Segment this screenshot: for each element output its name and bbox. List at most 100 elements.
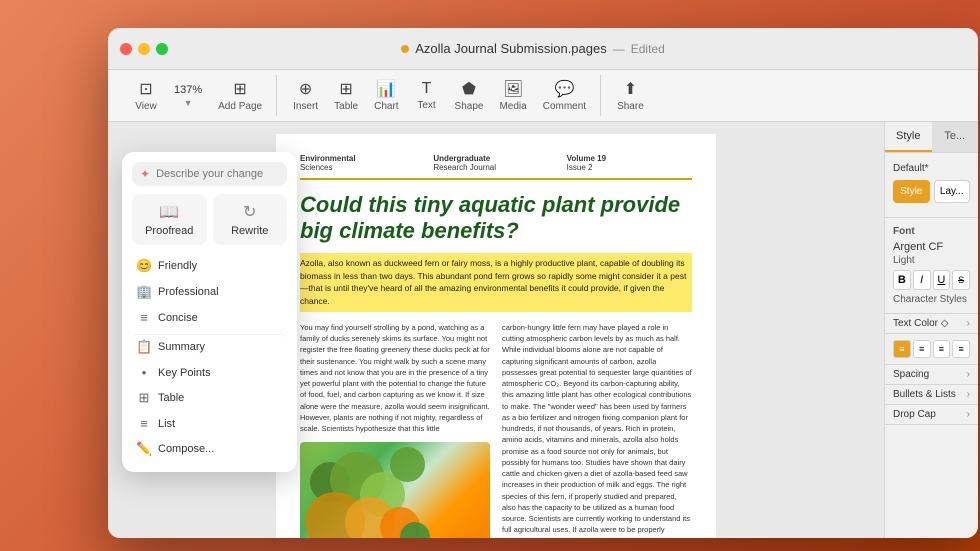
header-col2-line1: Undergraduate	[433, 154, 558, 163]
underline-button[interactable]: U	[933, 270, 951, 290]
table-button[interactable]: ⊞ Table	[328, 75, 364, 116]
bullets-arrow: ›	[967, 389, 970, 400]
align-right-button[interactable]: ≡	[933, 340, 951, 358]
rewrite-button[interactable]: ↻ Rewrite	[213, 194, 288, 245]
font-format-buttons: B I U S	[893, 270, 970, 290]
document-edited-label: Edited	[631, 42, 665, 56]
concise-icon: ≡	[136, 310, 152, 325]
ai-menu-item-friendly[interactable]: 😊 Friendly	[132, 253, 287, 279]
ai-menu-item-concise[interactable]: ≡ Concise	[132, 305, 287, 330]
ai-menu-item-keypoints[interactable]: • Key Points	[132, 360, 287, 385]
text-color-arrow: ›	[967, 318, 970, 329]
font-name-display: Argent CF	[893, 241, 970, 253]
compose-label: Compose...	[158, 443, 214, 455]
comment-icon: 💬	[554, 79, 574, 99]
media-button[interactable]: 🖼 Media	[493, 75, 532, 116]
view-icon: ⊡	[139, 79, 152, 99]
tab-text[interactable]: Te...	[932, 122, 979, 152]
header-col1-line2: Sciences	[300, 163, 332, 172]
proofread-button[interactable]: 📖 Proofread	[132, 194, 207, 245]
toolbar-share-group: ⬆ Share	[603, 75, 658, 116]
font-section: Font Argent CF Light B I U S Character S…	[885, 218, 978, 314]
maximize-button[interactable]	[156, 43, 168, 55]
plant-blob-7	[390, 447, 425, 482]
share-label: Share	[617, 101, 644, 112]
bold-button[interactable]: B	[893, 270, 911, 290]
text-color-row[interactable]: Text Color ◇ ›	[885, 314, 978, 334]
view-button[interactable]: ⊡ View	[128, 75, 164, 116]
text-button[interactable]: T Text	[409, 76, 445, 115]
ai-menu-item-list[interactable]: ≡ List	[132, 411, 287, 436]
insert-label: Insert	[293, 101, 318, 112]
ai-search-icon: ✦	[140, 167, 150, 181]
list-label: List	[158, 418, 175, 430]
ai-menu-item-table[interactable]: ⊞ Table	[132, 385, 287, 411]
doc-left-text: You may find yourself strolling by a pon…	[300, 322, 490, 435]
tab-style[interactable]: Style	[885, 122, 932, 152]
style-button[interactable]: Style	[893, 180, 930, 203]
comment-button[interactable]: 💬 Comment	[537, 75, 592, 116]
dropcap-row[interactable]: Drop Cap ›	[885, 405, 978, 425]
toolbar-insert-group: ⊕ Insert ⊞ Table 📊 Chart T Text ⬟ Shape …	[279, 75, 601, 116]
professional-icon: 🏢	[136, 284, 152, 300]
list-icon: ≡	[136, 416, 152, 431]
spacing-arrow: ›	[967, 369, 970, 380]
dropcap-label: Drop Cap	[893, 409, 936, 420]
proofread-label: Proofread	[145, 225, 193, 237]
summary-label: Summary	[158, 341, 205, 353]
bullets-row[interactable]: Bullets & Lists ›	[885, 385, 978, 405]
strikethrough-button[interactable]: S	[952, 270, 970, 290]
ai-search-input[interactable]	[156, 168, 279, 180]
share-icon: ⬆	[624, 79, 637, 99]
doc-header: Environmental Sciences Undergraduate Res…	[300, 154, 692, 180]
chart-button[interactable]: 📊 Chart	[368, 75, 404, 116]
bullets-label: Bullets & Lists	[893, 389, 956, 400]
insert-button[interactable]: ⊕ Insert	[287, 75, 324, 116]
document-dot-icon	[401, 45, 409, 53]
layout-button[interactable]: Lay...	[934, 180, 971, 203]
media-icon: 🖼	[503, 79, 523, 99]
minimize-button[interactable]	[138, 43, 150, 55]
professional-label: Professional	[158, 286, 219, 298]
add-page-icon: ⊞	[233, 79, 246, 99]
header-col-1: Environmental Sciences	[300, 154, 425, 172]
friendly-label: Friendly	[158, 260, 197, 272]
titlebar: Azolla Journal Submission.pages — Edited	[108, 28, 978, 70]
close-button[interactable]	[120, 43, 132, 55]
ai-search-bar[interactable]: ✦	[132, 162, 287, 186]
header-col3-line1: Volume 19	[567, 154, 692, 163]
add-page-label: Add Page	[218, 101, 262, 112]
ai-menu-item-professional[interactable]: 🏢 Professional	[132, 279, 287, 305]
azolla-illustration	[300, 442, 490, 538]
header-col-2: Undergraduate Research Journal	[433, 154, 558, 172]
spacing-row[interactable]: Spacing ›	[885, 365, 978, 385]
shape-label: Shape	[455, 101, 484, 112]
media-label: Media	[499, 101, 526, 112]
table-label: Table	[158, 392, 184, 404]
summary-icon: 📋	[136, 339, 152, 355]
ai-menu-item-compose[interactable]: ✏️ Compose...	[132, 436, 287, 462]
align-left-button[interactable]: ≡	[893, 340, 911, 358]
header-col2-line2: Research Journal	[433, 163, 496, 172]
font-label: Font	[893, 226, 970, 237]
text-label: Text	[417, 100, 435, 111]
text-icon: T	[422, 80, 432, 98]
comment-label: Comment	[543, 101, 586, 112]
spacing-label: Spacing	[893, 369, 929, 380]
add-page-button[interactable]: ⊞ Add Page	[212, 75, 268, 116]
ai-menu-item-summary[interactable]: 📋 Summary	[132, 334, 287, 360]
zoom-dropdown-icon: ▼	[184, 98, 193, 108]
italic-button[interactable]: I	[913, 270, 931, 290]
app-window: Azolla Journal Submission.pages — Edited…	[108, 28, 978, 538]
document-title: Azolla Journal Submission.pages	[415, 41, 607, 56]
shape-button[interactable]: ⬟ Shape	[449, 75, 490, 116]
document-title-text: Could this tiny aquatic plant provide bi…	[300, 192, 692, 245]
align-center-button[interactable]: ≡	[913, 340, 931, 358]
zoom-button[interactable]: 137% ▼	[168, 80, 208, 112]
style-layout-buttons: Style Lay...	[893, 180, 970, 203]
toolbar: ⊡ View 137% ▼ ⊞ Add Page ⊕ Insert ⊞ Tabl…	[108, 70, 978, 122]
document-area: Environmental Sciences Undergraduate Res…	[108, 122, 884, 538]
share-button[interactable]: ⬆ Share	[611, 75, 650, 116]
concise-label: Concise	[158, 312, 198, 324]
align-justify-button[interactable]: ≡	[952, 340, 970, 358]
